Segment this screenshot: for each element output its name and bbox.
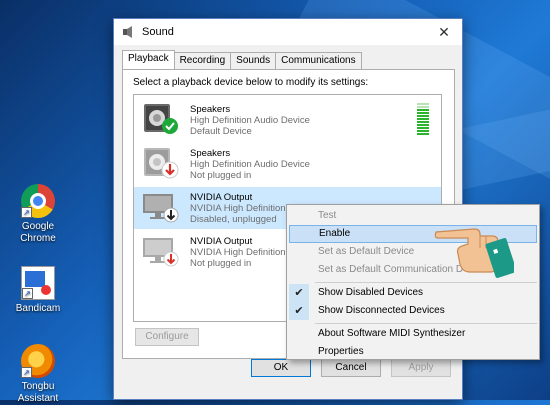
speaker-device-icon <box>144 104 178 134</box>
meter-segment <box>417 133 429 135</box>
close-button[interactable]: ✕ <box>426 19 462 45</box>
ok-button[interactable]: OK <box>251 359 311 377</box>
meter-segment <box>417 121 429 123</box>
device-status: Not plugged in <box>190 258 252 269</box>
menu-separator <box>315 282 537 283</box>
tab-communications[interactable]: Communications <box>275 52 362 69</box>
menu-item-properties[interactable]: Properties <box>289 343 537 361</box>
tab-recording[interactable]: Recording <box>173 52 232 69</box>
desktop-icon-tongbu-assistant[interactable]: ↗ Tongbu Assistant <box>8 344 68 405</box>
device-driver: High Definition Audio Device <box>190 115 310 126</box>
configure-button[interactable]: Configure <box>135 328 199 346</box>
menu-separator <box>315 323 537 324</box>
volume-meter <box>417 103 429 137</box>
monitor-device-icon <box>143 194 179 223</box>
device-name: Speakers <box>190 148 231 159</box>
device-driver: High Definition Audio Device <box>190 159 310 170</box>
default-check-icon <box>162 118 178 134</box>
cancel-button[interactable]: Cancel <box>321 359 381 377</box>
device-name: NVIDIA Output <box>190 236 253 247</box>
meter-segment <box>417 124 429 126</box>
tongbu-icon: ↗ <box>21 344 55 378</box>
bandicam-icon: ↗ <box>21 266 55 300</box>
shortcut-arrow-icon: ↗ <box>22 288 33 299</box>
menu-item-show-disabled-devices[interactable]: Show Disabled Devices <box>289 284 537 302</box>
desktop-icon-label: Chrome <box>20 233 56 244</box>
desktop-icon-label: Tongbu <box>21 381 55 392</box>
monitor-device-icon <box>143 238 179 267</box>
meter-segment <box>417 118 429 120</box>
device-name: NVIDIA Output <box>190 192 253 203</box>
device-item[interactable]: Speakers High Definition Audio Device No… <box>134 143 441 185</box>
meter-segment <box>417 112 429 114</box>
device-status: Not plugged in <box>190 170 252 181</box>
pointing-hand-icon <box>434 228 514 278</box>
desktop-icon-label: Google <box>21 221 55 232</box>
menu-item-show-disconnected-devices[interactable]: Show Disconnected Devices <box>289 302 537 320</box>
meter-segment <box>417 130 429 132</box>
shortcut-arrow-icon: ↗ <box>21 207 32 218</box>
desktop-icon-label: Bandicam <box>15 303 61 314</box>
chrome-icon: ↗ <box>21 184 55 218</box>
device-status: Default Device <box>190 126 252 137</box>
tab-playback[interactable]: Playback <box>122 50 175 69</box>
device-driver: NVIDIA High Definition Au <box>190 247 300 258</box>
meter-segment <box>417 106 429 108</box>
device-name: Speakers <box>190 104 231 115</box>
tab-sounds[interactable]: Sounds <box>230 52 277 69</box>
shortcut-arrow-icon: ↗ <box>21 367 32 378</box>
menu-item-about-midi-synth[interactable]: About Software MIDI Synthesizer <box>289 325 537 343</box>
apply-button[interactable]: Apply <box>391 359 451 377</box>
meter-segment <box>417 127 429 129</box>
desktop-icon-label: Assistant <box>17 393 59 404</box>
instruction-text: Select a playback device below to modify… <box>133 77 369 88</box>
speaker-device-icon <box>144 148 179 179</box>
desktop-icon-bandicam[interactable]: ↗ Bandicam <box>8 266 68 315</box>
device-item[interactable]: Speakers High Definition Audio Device De… <box>134 99 441 141</box>
tab-strip: Playback Recording Sounds Communications <box>122 50 362 69</box>
meter-segment <box>417 103 429 105</box>
dialog-title: Sound <box>142 26 174 38</box>
meter-segment <box>417 115 429 117</box>
title-bar[interactable]: Sound ✕ <box>114 19 462 45</box>
desktop-icon-google-chrome[interactable]: ↗ Google Chrome <box>8 184 68 245</box>
meter-segment <box>417 109 429 111</box>
speaker-icon <box>123 26 132 38</box>
